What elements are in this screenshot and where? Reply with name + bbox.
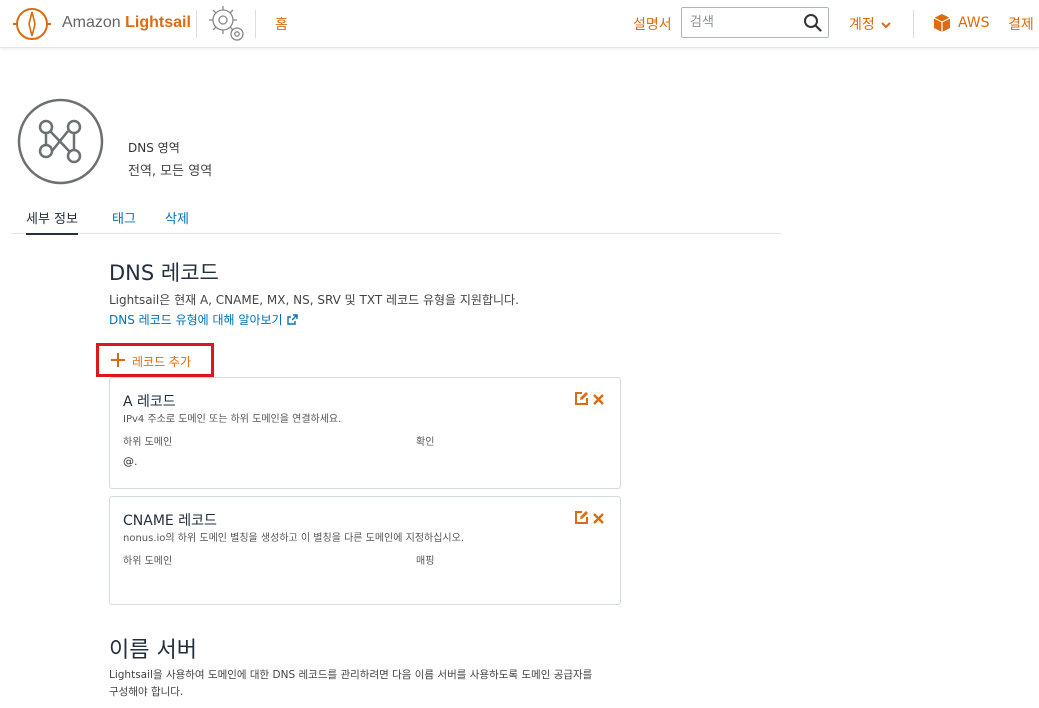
- name-servers-description: Lightsail을 사용하여 도메인에 대한 DNS 레코드를 관리하려면 다…: [109, 669, 593, 698]
- chevron-down-icon: [881, 21, 891, 28]
- search-input[interactable]: [682, 8, 794, 37]
- search-icon[interactable]: [803, 13, 822, 32]
- home-link[interactable]: 홈: [275, 14, 288, 34]
- dns-zone-icon: [17, 98, 104, 185]
- gear-icon[interactable]: [207, 4, 247, 44]
- delete-icon[interactable]: [593, 513, 604, 524]
- tab-tags[interactable]: 태그: [112, 208, 136, 227]
- aws-cube-icon: [933, 13, 951, 32]
- name-servers-heading: 이름 서버: [109, 638, 197, 663]
- learn-dns-records-link[interactable]: DNS 레코드 유형에 대해 알아보기: [109, 311, 298, 328]
- top-navigation-bar: Amazon Lightsail 홈 설명서 계정 AWS 결제: [0, 0, 1039, 48]
- divider: [255, 10, 256, 38]
- resource-type: DNS 영역: [128, 141, 180, 155]
- subdomain-column-header: 하위 도메인: [123, 437, 173, 448]
- subdomain-column-header: 하위 도메인: [123, 556, 173, 567]
- account-menu[interactable]: 계정: [849, 14, 891, 34]
- cname-record-card: CNAME 레코드 nonus.io의 하위 도메인 별칭을 생성하고 이 별칭…: [109, 496, 621, 605]
- resolves-to-column-header: 확인: [416, 437, 435, 448]
- divider: [196, 10, 197, 38]
- card-title: A 레코드: [123, 394, 176, 410]
- dns-records-heading: DNS 레코드: [109, 261, 219, 285]
- edit-icon[interactable]: [574, 391, 589, 406]
- maps-to-column-header: 매핑: [416, 556, 435, 567]
- resource-scope: 전역, 모든 영역: [128, 164, 213, 179]
- plus-icon: [111, 353, 125, 367]
- edit-icon[interactable]: [574, 510, 589, 525]
- learn-link-label: DNS 레코드 유형에 대해 알아보기: [109, 313, 283, 327]
- a-record-card: A 레코드 IPv4 주소로 도메인 또는 하위 도메인을 연결하세요. 하위 …: [109, 377, 621, 489]
- tab-details[interactable]: 세부 정보: [26, 208, 78, 235]
- tab-bar: 세부 정보 태그 삭제: [12, 205, 781, 235]
- lightsail-logo-icon[interactable]: [12, 6, 52, 42]
- subdomain-value: @.: [123, 455, 138, 468]
- card-title: CNAME 레코드: [123, 513, 217, 529]
- aws-console-link[interactable]: AWS: [932, 12, 990, 34]
- account-label: 계정: [849, 17, 875, 33]
- card-description: nonus.io의 하위 도메인 별칭을 생성하고 이 별칭을 다른 도메인에 …: [123, 533, 465, 544]
- external-link-icon: [286, 314, 298, 325]
- logo-text[interactable]: Amazon Lightsail: [62, 14, 191, 32]
- docs-link[interactable]: 설명서: [633, 14, 672, 34]
- divider: [913, 10, 914, 38]
- dns-records-description: Lightsail은 현재 A, CNAME, MX, NS, SRV 및 TX…: [109, 293, 519, 307]
- add-record-label: 레코드 추가: [132, 355, 192, 369]
- card-description: IPv4 주소로 도메인 또는 하위 도메인을 연결하세요.: [123, 414, 342, 425]
- billing-link[interactable]: 결제: [1008, 14, 1034, 34]
- aws-label: AWS: [958, 14, 990, 31]
- delete-icon[interactable]: [593, 394, 604, 405]
- search-box[interactable]: [681, 7, 829, 38]
- add-record-button[interactable]: 레코드 추가: [96, 343, 214, 377]
- tab-delete[interactable]: 삭제: [165, 208, 189, 227]
